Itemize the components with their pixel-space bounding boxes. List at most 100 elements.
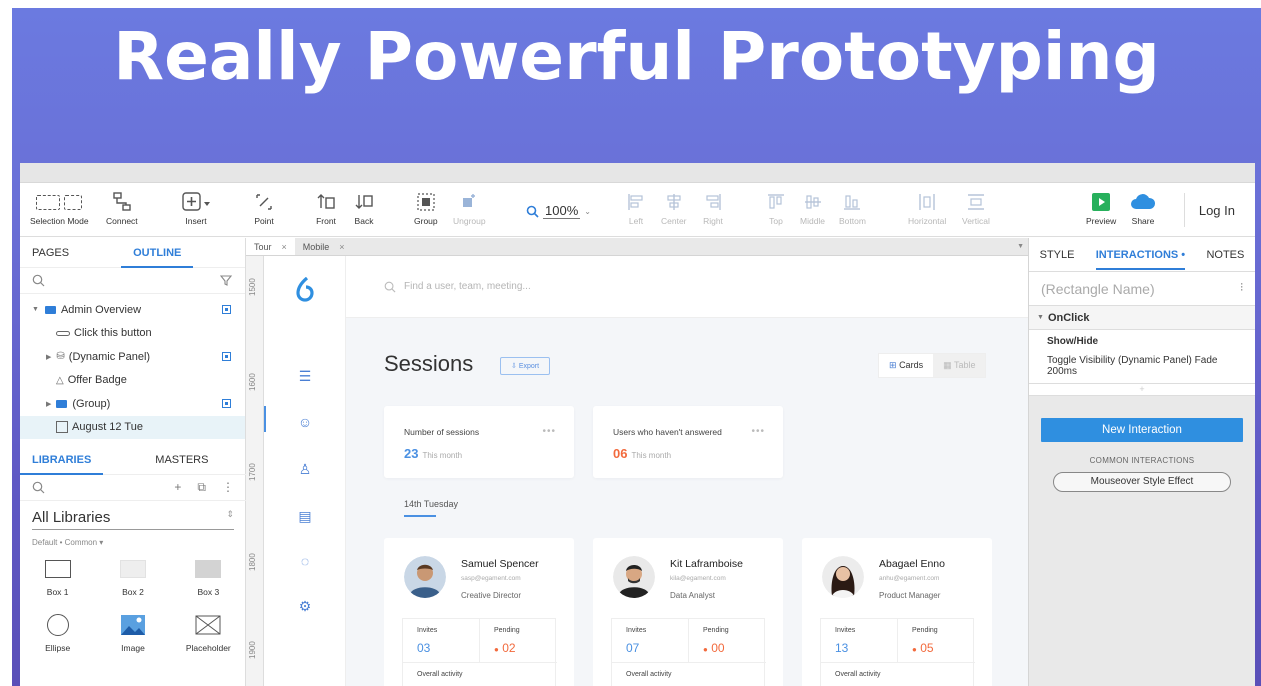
- connect-button[interactable]: Connect: [106, 191, 138, 226]
- cards-view-button[interactable]: ⊞ Cards: [879, 354, 933, 377]
- library-search[interactable]: + ⧉ ⋮: [20, 475, 246, 501]
- mock-search-bar[interactable]: Find a user, team, meeting...: [346, 256, 1028, 318]
- visibility-toggle[interactable]: [222, 352, 231, 362]
- distribute-horizontal-button[interactable]: Horizontal: [908, 191, 946, 226]
- outline-item-group[interactable]: ▶ (Group): [20, 392, 245, 416]
- settings-sliders-icon[interactable]: ⫶: [1240, 282, 1243, 295]
- outline-item-admin-overview[interactable]: ▼ Admin Overview: [20, 298, 245, 322]
- widget-image[interactable]: Image: [95, 611, 170, 653]
- onclick-event[interactable]: ▼ OnClick: [1029, 306, 1255, 330]
- person-card[interactable]: Kit Laframboise kila@egament.com Data An…: [593, 538, 783, 686]
- triangle-icon: △: [56, 374, 64, 386]
- align-middle-button[interactable]: Middle: [800, 191, 825, 226]
- add-action-icon[interactable]: +: [1029, 384, 1255, 396]
- selection-mode-button[interactable]: Selection Mode: [30, 191, 89, 226]
- point-icon: [256, 194, 272, 210]
- insert-button[interactable]: Insert: [182, 191, 210, 226]
- outline-item-dynamic-panel[interactable]: ▶ ⛁ (Dynamic Panel): [20, 345, 245, 369]
- interaction-action[interactable]: Show/Hide Toggle Visibility (Dynamic Pan…: [1029, 330, 1255, 384]
- chevron-updown-icon: ⇕: [226, 509, 234, 519]
- widget-box2[interactable]: Box 2: [95, 555, 170, 597]
- rectangle-name-field[interactable]: (Rectangle Name) ⫶: [1029, 272, 1255, 306]
- new-interaction-button[interactable]: New Interaction: [1041, 418, 1243, 442]
- widget-placeholder[interactable]: Placeholder: [171, 611, 246, 653]
- tab-notes[interactable]: NOTES: [1206, 249, 1244, 261]
- sessions-title: Sessions: [384, 351, 474, 376]
- align-left-button[interactable]: Left: [626, 191, 646, 226]
- widget-box1[interactable]: Box 1: [20, 555, 95, 597]
- grid-icon: ⊞: [889, 360, 897, 370]
- zoom-control[interactable]: 100% ⌄: [526, 203, 591, 219]
- tabs-menu-chevron-icon[interactable]: ▼: [1017, 238, 1024, 256]
- widget-ellipse[interactable]: Ellipse: [20, 611, 95, 653]
- align-bottom-button[interactable]: Bottom: [839, 191, 866, 226]
- tab-masters[interactable]: MASTERS: [143, 445, 220, 475]
- filter-icon[interactable]: [220, 274, 233, 287]
- widget-box3[interactable]: Box 3: [171, 555, 246, 597]
- close-icon[interactable]: ×: [339, 238, 344, 255]
- person-card[interactable]: Abagael Enno anhu@egament.com Product Ma…: [802, 538, 992, 686]
- caret-right-icon: ▶: [46, 353, 52, 361]
- outline-item-button[interactable]: Click this button: [20, 322, 245, 346]
- tab-outline[interactable]: OUTLINE: [121, 238, 194, 268]
- layers-nav-icon[interactable]: ☰: [297, 368, 313, 384]
- outline-item-offer-badge[interactable]: △ Offer Badge: [20, 369, 245, 393]
- button-shape-icon: [56, 330, 70, 336]
- align-center-button[interactable]: Center: [661, 191, 687, 226]
- document-nav-icon[interactable]: ▤: [297, 508, 313, 524]
- login-link[interactable]: Log In: [1199, 203, 1235, 218]
- play-icon: [1092, 193, 1111, 211]
- visibility-toggle[interactable]: [222, 305, 231, 315]
- visibility-toggle[interactable]: [222, 399, 231, 409]
- user-nav-icon[interactable]: ♙: [297, 461, 313, 477]
- users-nav-icon[interactable]: ☺: [297, 414, 313, 430]
- placeholder-icon: [195, 615, 221, 635]
- align-top-button[interactable]: Top: [766, 191, 786, 226]
- library-subselect[interactable]: Default • Common ▾: [32, 538, 234, 547]
- zoom-chevron-down-icon: ⌄: [584, 206, 591, 216]
- back-button[interactable]: Back: [354, 191, 374, 226]
- pending-dot-icon: ●: [703, 645, 708, 654]
- duplicate-icon[interactable]: ⧉: [197, 480, 206, 495]
- more-icon[interactable]: •••: [751, 426, 765, 437]
- group-button[interactable]: Group: [414, 191, 438, 226]
- day-label: 14th Tuesday: [404, 499, 459, 509]
- preview-button[interactable]: Preview: [1086, 191, 1116, 226]
- outline-search[interactable]: [20, 268, 245, 294]
- connect-icon: [113, 192, 131, 211]
- more-vertical-icon[interactable]: ⋮: [222, 480, 234, 495]
- tab-style[interactable]: STYLE: [1040, 249, 1075, 261]
- mouseover-style-effect-button[interactable]: Mouseover Style Effect: [1053, 472, 1231, 492]
- tab-tour[interactable]: Tour ×: [246, 238, 295, 255]
- settings-nav-icon[interactable]: ⚙: [297, 598, 313, 614]
- ungroup-button[interactable]: Ungroup: [453, 191, 486, 226]
- close-icon[interactable]: ×: [282, 238, 287, 255]
- search-icon: [384, 281, 396, 292]
- caret-down-icon: ▼: [32, 306, 39, 314]
- ellipse-icon: [46, 614, 69, 636]
- tab-libraries[interactable]: LIBRARIES: [20, 445, 104, 475]
- front-button[interactable]: Front: [316, 191, 336, 226]
- chat-nav-icon[interactable]: ◌: [297, 553, 313, 569]
- tab-pages[interactable]: PAGES: [20, 238, 81, 268]
- library-select[interactable]: All Libraries ⇕: [32, 509, 234, 530]
- ungroup-icon: [463, 194, 476, 207]
- window-titlebar: [20, 163, 1255, 183]
- distribute-vertical-button[interactable]: Vertical: [962, 191, 990, 226]
- align-right-button[interactable]: Right: [703, 191, 723, 226]
- layers-icon: ⛁: [56, 351, 65, 363]
- export-button[interactable]: ⇩ Export: [500, 357, 551, 375]
- logo-icon: [296, 277, 314, 302]
- add-icon[interactable]: +: [174, 480, 181, 495]
- rectangle-icon: [56, 421, 68, 434]
- tab-interactions[interactable]: INTERACTIONS •: [1095, 240, 1186, 270]
- table-view-button[interactable]: ▦ Table: [933, 354, 986, 377]
- share-button[interactable]: Share: [1130, 191, 1156, 226]
- person-card[interactable]: Samuel Spencer sasp@egament.com Creative…: [384, 538, 574, 686]
- design-canvas[interactable]: ☰ ☺ ♙ ▤ ◌ ⚙ Find a user, team, meeting..…: [264, 256, 1028, 686]
- more-icon[interactable]: •••: [542, 426, 556, 437]
- tab-mobile[interactable]: Mobile ×: [295, 238, 353, 255]
- outline-item-date[interactable]: August 12 Tue: [20, 415, 245, 439]
- stat-card-unanswered: Users who haven't answered ••• 06 This mo…: [593, 406, 783, 478]
- point-button[interactable]: Point: [254, 191, 274, 226]
